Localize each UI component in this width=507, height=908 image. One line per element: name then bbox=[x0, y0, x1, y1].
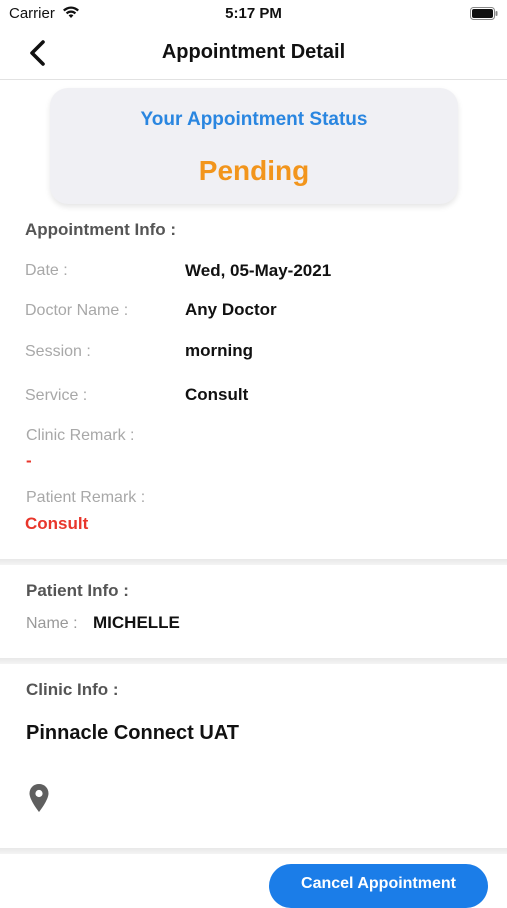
doctor-name-value: Any Doctor bbox=[185, 300, 277, 319]
date-label: Date : bbox=[25, 262, 68, 279]
patient-name-label: Name : bbox=[26, 615, 78, 632]
patient-name-value: MICHELLE bbox=[93, 613, 180, 632]
clinic-info-title: Clinic Info : bbox=[26, 680, 119, 699]
status-value: Pending bbox=[198, 155, 310, 186]
appointment-info-title: Appointment Info : bbox=[25, 220, 177, 239]
patient-info-title: Patient Info : bbox=[26, 581, 129, 600]
patient-remark-value: Consult bbox=[25, 514, 89, 533]
patient-remark-label: Patient Remark : bbox=[26, 489, 146, 506]
section-divider bbox=[0, 848, 507, 854]
date-value: Wed, 05-May-2021 bbox=[185, 261, 332, 280]
clinic-name: Pinnacle Connect UAT bbox=[26, 722, 239, 744]
session-label: Session : bbox=[25, 343, 91, 360]
service-label: Service : bbox=[25, 387, 88, 404]
clinic-remark-value: - bbox=[26, 451, 32, 470]
clock-time: 5:17 PM bbox=[225, 5, 282, 22]
section-divider bbox=[0, 559, 507, 565]
cancel-appointment-button[interactable]: Cancel Appointment bbox=[269, 864, 488, 908]
section-divider bbox=[0, 658, 507, 664]
location-pin-icon[interactable] bbox=[28, 783, 50, 813]
clinic-remark-label: Clinic Remark : bbox=[26, 427, 135, 444]
service-value: Consult bbox=[185, 385, 249, 404]
doctor-name-label: Doctor Name : bbox=[25, 302, 129, 319]
battery-icon bbox=[470, 7, 498, 20]
status-heading: Your Appointment Status bbox=[140, 109, 368, 130]
session-value: morning bbox=[185, 341, 253, 360]
page-title: Appointment Detail bbox=[161, 41, 346, 63]
